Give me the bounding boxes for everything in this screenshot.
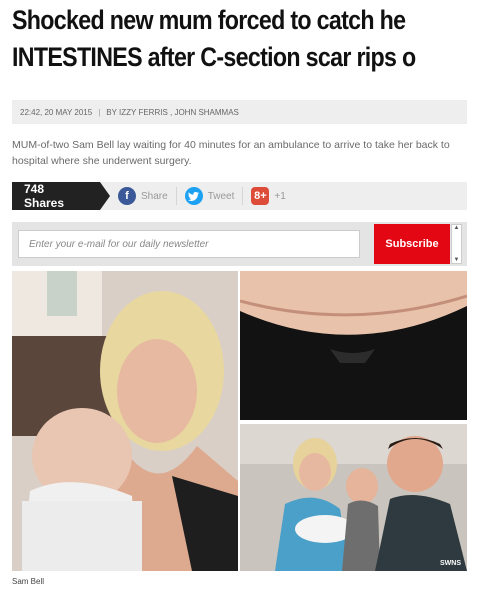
newsletter-email-input[interactable] [18,230,360,258]
newsletter-signup: Subscribe ▲ ▼ [12,222,467,266]
meta-separator: | [98,107,101,117]
twitter-share-label: Tweet [207,190,235,202]
share-bar: 748 Shares f Share Tweet 8+ +1 [12,182,467,210]
google-plus-icon: 8+ [251,187,270,205]
subscribe-button[interactable]: Subscribe [374,224,450,264]
newsletter-scrollbar[interactable]: ▲ ▼ [451,224,462,264]
google-plus-share-button[interactable]: 8+ +1 [251,187,293,205]
scroll-up-arrow-icon[interactable]: ▲ [454,225,460,231]
photo-watermark: SWNS [440,560,461,567]
twitter-icon [184,187,203,205]
article-standfirst: MUM-of-two Sam Bell lay waiting for 40 m… [12,139,450,167]
facebook-share-button[interactable]: f Share [118,187,177,205]
photo-caption: Sam Bell [12,577,45,586]
article-timestamp: 22:42, 20 MAY 2015 [20,107,93,117]
photo-family-hospital: SWNS [240,424,467,571]
share-buttons: f Share Tweet 8+ +1 [100,182,467,210]
facebook-icon: f [118,187,136,205]
twitter-share-button[interactable]: Tweet [184,187,244,205]
facebook-share-label: Share [141,190,168,202]
photo-mother-with-baby [12,271,238,571]
scroll-down-arrow-icon[interactable]: ▼ [454,257,460,263]
photo-c-section-scar [240,271,467,420]
article-headline: Shocked new mum forced to catch he INTES… [12,2,416,76]
share-count: 748 Shares [12,182,110,210]
headline-line-1: Shocked new mum forced to catch he [12,5,406,35]
google-plus-label: +1 [274,190,286,202]
article-meta-bar: 22:42, 20 MAY 2015 | BY IZZY FERRIS , JO… [12,100,467,124]
article-byline: BY IZZY FERRIS , JOHN SHAMMAS [106,107,239,117]
headline-line-2: INTESTINES after C-section scar rips o [12,42,416,72]
